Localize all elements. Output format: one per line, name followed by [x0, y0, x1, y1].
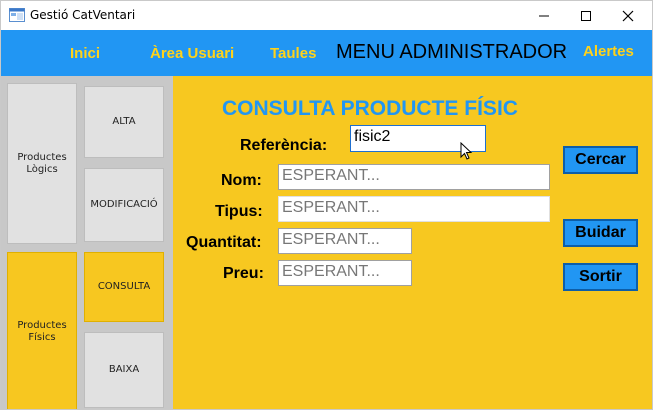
nom-label: Nom: — [221, 172, 262, 189]
menu-inici[interactable]: Inici — [70, 45, 100, 62]
main-panel: CONSULTA PRODUCTE FÍSIC Referència: fisi… — [173, 76, 652, 409]
referencia-label: Referència: — [240, 137, 328, 154]
title-bar: Gestió CatVentari — [1, 1, 652, 30]
menu-admin-title: MENU ADMINISTRADOR — [336, 41, 568, 63]
maximize-button[interactable] — [565, 1, 607, 30]
close-button[interactable] — [607, 1, 649, 30]
app-window-icon — [9, 8, 25, 22]
mouse-pointer-icon — [460, 141, 476, 162]
sidebar-modificacio-button[interactable]: MODIFICACIÓ — [84, 168, 164, 242]
app-window: Gestió CatVentari Inici Àrea Usuari Taul… — [0, 0, 653, 410]
window-title: Gestió CatVentari — [30, 8, 136, 22]
page-title: CONSULTA PRODUCTE FÍSIC — [222, 97, 518, 120]
tipus-field[interactable]: ESPERANT... — [278, 196, 550, 222]
menu-alertes[interactable]: Alertes — [583, 43, 634, 60]
sidebar-alta-button[interactable]: ALTA — [84, 86, 164, 158]
preu-label: Preu: — [223, 265, 264, 282]
tipus-label: Tipus: — [215, 203, 263, 220]
cercar-button[interactable]: Cercar — [563, 146, 638, 174]
sidebar-consulta-button[interactable]: CONSULTA — [84, 252, 164, 322]
sidebar-productes-fisics-button[interactable]: Productes Físics — [7, 252, 77, 409]
quantitat-field[interactable]: ESPERANT... — [278, 228, 412, 254]
minimize-button[interactable] — [523, 1, 565, 30]
quantitat-label: Quantitat: — [186, 234, 262, 251]
sidebar: Productes Lògics Productes Físics ALTA M… — [1, 76, 173, 409]
preu-field[interactable]: ESPERANT... — [278, 260, 412, 286]
sortir-button[interactable]: Sortir — [563, 263, 638, 291]
menu-area-usuari[interactable]: Àrea Usuari — [150, 45, 236, 62]
buidar-button[interactable]: Buidar — [563, 219, 638, 247]
menu-taules[interactable]: Taules — [270, 45, 316, 62]
menu-bar: Inici Àrea Usuari Taules MENU ADMINISTRA… — [1, 30, 652, 76]
sidebar-baixa-button[interactable]: BAIXA — [84, 332, 164, 408]
nom-field[interactable]: ESPERANT... — [278, 164, 550, 190]
sidebar-productes-logics-button[interactable]: Productes Lògics — [7, 83, 77, 244]
